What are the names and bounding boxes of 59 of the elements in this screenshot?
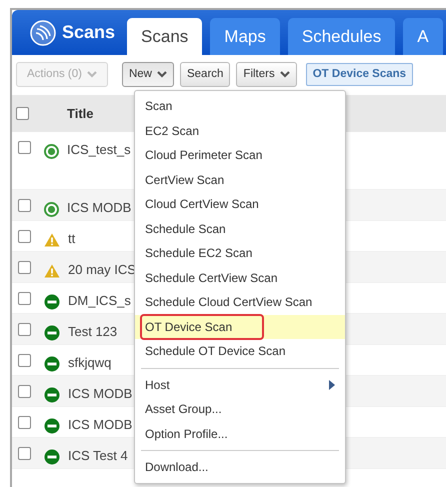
tab[interactable]: Schedules <box>288 18 396 55</box>
row-checkbox[interactable] <box>18 354 31 368</box>
canceled-status-icon <box>44 325 60 342</box>
canceled-status-icon <box>44 356 60 372</box>
menu-item[interactable]: Host <box>135 372 345 397</box>
chevron-down-icon <box>86 71 97 78</box>
row-checkbox[interactable] <box>18 230 31 244</box>
menu-item[interactable]: Cloud Perimeter Scan <box>135 143 345 168</box>
menu-item[interactable]: Schedule EC2 Scan <box>135 241 345 266</box>
chevron-down-icon <box>280 71 290 78</box>
row-checkbox[interactable] <box>18 416 31 430</box>
warning-icon <box>44 264 60 278</box>
canceled-status-icon <box>44 449 60 466</box>
new-button[interactable]: New <box>122 62 174 88</box>
row-checkbox[interactable] <box>18 447 31 460</box>
filters-button[interactable]: Filters <box>236 62 297 88</box>
scan-title: DM_ICS_s <box>68 292 131 310</box>
scan-title: Test 123 <box>68 323 118 342</box>
chevron-down-icon <box>156 71 167 78</box>
menu-item[interactable]: OT Device Scan <box>135 314 345 339</box>
scan-title: ICS MODB <box>68 385 132 404</box>
tab[interactable]: Scans <box>127 18 202 55</box>
scan-title: tt <box>68 230 76 248</box>
menu-item[interactable]: Asset Group... <box>135 397 345 422</box>
scan-title: ICS_test_s <box>67 141 131 160</box>
search-button[interactable]: Search <box>180 62 230 88</box>
menu-item[interactable]: Cloud CertView Scan <box>135 192 345 216</box>
canceled-status-icon <box>44 418 60 434</box>
warning-icon <box>44 233 60 248</box>
canceled-status-icon <box>44 294 60 310</box>
app-title: Scans <box>62 21 116 44</box>
scan-title: ICS MODB <box>68 416 132 434</box>
finished-status-icon <box>44 144 59 159</box>
logo-icon <box>30 20 56 46</box>
finished-status-icon <box>44 202 59 217</box>
menu-item[interactable]: CertView Scan <box>135 168 345 192</box>
tab[interactable]: Maps <box>210 18 280 55</box>
menu-item[interactable]: Schedule OT Device Scan <box>135 339 345 364</box>
menu-item[interactable]: EC2 Scan <box>135 118 345 143</box>
row-checkbox[interactable] <box>18 292 31 306</box>
tab[interactable]: A <box>403 18 443 55</box>
menu-item[interactable]: Scan <box>135 94 345 118</box>
menu-item[interactable]: Schedule CertView Scan <box>135 266 345 290</box>
scan-title: ICS Test 4 <box>68 447 128 466</box>
menu-item[interactable]: Download... <box>135 455 345 480</box>
menu-item[interactable]: Schedule Cloud CertView Scan <box>135 290 345 314</box>
select-all-checkbox[interactable] <box>16 107 29 120</box>
scan-title: ICS MODB <box>67 199 132 218</box>
row-checkbox[interactable] <box>18 261 31 274</box>
row-checkbox[interactable] <box>18 141 31 154</box>
row-checkbox[interactable] <box>18 385 31 398</box>
menu-item[interactable]: Option Profile... <box>135 422 345 446</box>
row-checkbox[interactable] <box>18 323 31 336</box>
filter-tag: OT Device Scans <box>306 63 414 86</box>
menu-item[interactable]: Schedule Scan <box>135 216 345 241</box>
row-checkbox[interactable] <box>18 199 31 212</box>
scan-title: sfkjqwq <box>68 354 112 372</box>
column-header[interactable]: Title <box>67 104 94 124</box>
canceled-status-icon <box>44 387 60 404</box>
